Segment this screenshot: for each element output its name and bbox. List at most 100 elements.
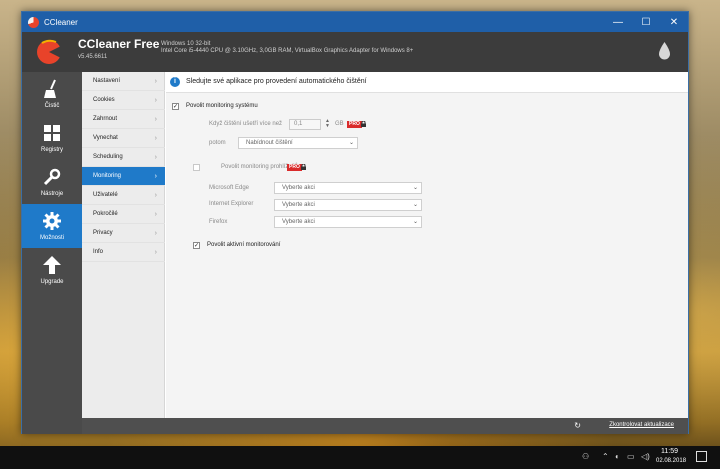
clock-date[interactable]: 02.08.2018 [656, 458, 686, 464]
info-icon: i [170, 77, 180, 87]
nav-label: Upgrade [40, 279, 64, 285]
nav-item-registry[interactable]: Registry [22, 116, 82, 160]
ie-action-dropdown[interactable]: Vyberte akci ⌄ [274, 199, 422, 211]
minimize-button[interactable]: — [604, 12, 632, 32]
product-version: v5.45.6611 [78, 54, 108, 60]
pro-badge: PRO [287, 164, 302, 171]
submenu-item-users[interactable]: Uživatelé › [82, 186, 165, 205]
submenu-label: Zahrnout [93, 116, 118, 122]
submenu-label: Uživatelé [93, 192, 118, 198]
network-icon[interactable]: ▭ [627, 452, 635, 461]
system-info-os: Windows 10 32-bit [161, 41, 211, 47]
edge-action-dropdown[interactable]: Vyberte akci ⌄ [274, 182, 422, 194]
nav-item-options[interactable]: Možnosti [22, 204, 82, 248]
nav-item-tools[interactable]: Nástroje [22, 160, 82, 204]
browser-name-firefox: Firefox [209, 219, 228, 225]
check-updates-link[interactable]: Zkontrolovat aktualizace [609, 422, 674, 428]
submenu-item-cookies[interactable]: Cookies › [82, 91, 165, 110]
firefox-action-dropdown[interactable]: Vyberte akci ⌄ [274, 216, 422, 228]
submenu-label: Info [93, 249, 104, 255]
dropdown-value: Nabídnout čištění [246, 140, 293, 146]
chevron-right-icon: › [154, 116, 157, 123]
submenu-item-privacy[interactable]: Privacy › [82, 224, 165, 243]
volume-icon[interactable]: ◁) [641, 452, 650, 461]
nav-label: Nástroje [40, 191, 64, 197]
pro-badge: PRO [347, 121, 362, 128]
app-header: CCleaner Free v5.45.6611 Windows 10 32-b… [22, 32, 688, 72]
threshold-label: Když čištění ušetří více než [209, 121, 283, 127]
submenu-label: Scheduling [93, 154, 123, 160]
submenu-item-advanced[interactable]: Pokročilé › [82, 205, 165, 224]
threshold-unit: GB [335, 121, 344, 127]
info-text: Sledujte své aplikace pro provedení auto… [186, 78, 367, 85]
submenu-item-settings[interactable]: Nastavení › [82, 72, 165, 91]
lock-icon [301, 164, 306, 170]
chevron-up-icon[interactable]: ⌃ [602, 452, 609, 461]
dropdown-value: Vyberte akci [282, 202, 315, 208]
active-monitoring-checkbox[interactable]: ✓ [193, 242, 200, 249]
nav-item-upgrade[interactable]: Upgrade [22, 248, 82, 292]
people-icon[interactable]: ⚇ [582, 452, 589, 461]
wrench-icon [43, 168, 61, 186]
window-title: CCleaner [44, 17, 78, 27]
left-navigation: Čistič Registry Nástroje Možnosti Upgrad… [22, 72, 82, 434]
browser-name-ie: Internet Explorer [209, 201, 254, 207]
system-monitoring-checkbox[interactable]: ✓ [172, 103, 179, 110]
nav-label: Možnosti [39, 235, 64, 241]
ccleaner-tray-icon[interactable]: ◐ [615, 452, 620, 461]
chevron-right-icon: › [154, 97, 157, 104]
chevron-right-icon: › [154, 192, 157, 199]
submenu-item-info[interactable]: Info › [82, 243, 165, 262]
product-name: CCleaner Free [78, 37, 160, 51]
system-info-hardware: Intel Core i5-4440 CPU @ 3.10GHz, 3,0GB … [161, 48, 414, 54]
chevron-right-icon: › [154, 135, 157, 142]
browser-name-edge: Microsoft Edge [209, 185, 250, 191]
system-monitoring-label: Povolit monitoring systému [186, 103, 258, 109]
ccleaner-logo-icon [37, 39, 63, 64]
options-submenu: Nastavení › Cookies › Zahrnout › Vynechat › … [82, 72, 165, 418]
chevron-down-icon: ⌄ [348, 140, 354, 146]
submenu-item-scheduling[interactable]: Scheduling › [82, 148, 165, 167]
close-button[interactable]: ✕ [660, 12, 688, 32]
info-bar: i Sledujte své aplikace pro provedení au… [166, 72, 688, 93]
lock-icon [361, 121, 366, 127]
chevron-down-icon: ⌄ [412, 219, 418, 225]
nav-label: Čistič [44, 103, 60, 109]
spin-up-down-icon[interactable]: ▲ ▼ [324, 119, 331, 130]
nav-item-cleaner[interactable]: Čistič [22, 72, 82, 116]
dropdown-value: Vyberte akci [282, 219, 315, 225]
dropdown-value: Vyberte akci [282, 185, 315, 191]
maximize-button[interactable]: ☐ [632, 12, 660, 32]
clock-time[interactable]: 11:59 [661, 448, 678, 455]
threshold-input[interactable]: 0,1 [289, 119, 321, 130]
refresh-icon: ↻ [574, 421, 581, 430]
browser-monitoring-checkbox[interactable] [193, 164, 200, 171]
chevron-right-icon: › [154, 173, 157, 180]
chevron-right-icon: › [154, 230, 157, 237]
droplet-icon [659, 42, 670, 60]
gear-icon [43, 212, 61, 230]
then-action-dropdown[interactable]: Nabídnout čištění ⌄ [238, 137, 358, 149]
nav-label: Registry [40, 147, 63, 153]
submenu-label: Vynechat [93, 135, 118, 141]
chevron-right-icon: › [154, 211, 157, 218]
submenu-label: Nastavení [93, 78, 121, 84]
ccleaner-app-icon [28, 16, 39, 28]
submenu-label: Monitoring [93, 173, 122, 179]
chevron-right-icon: › [154, 78, 157, 85]
windows-taskbar: ⚇ ⌃ ◐ ▭ ◁) 11:59 02.08.2018 [0, 446, 720, 469]
active-monitoring-label: Povolit aktivní monitorování [207, 242, 281, 248]
then-label: potom [209, 140, 226, 146]
monitoring-panel: i Sledujte své aplikace pro provedení au… [166, 72, 688, 418]
submenu-item-monitoring[interactable]: Monitoring › [82, 167, 165, 186]
notification-icon[interactable] [696, 451, 707, 462]
app-footer: ↻ Zkontrolovat aktualizace [82, 418, 688, 434]
submenu-item-include[interactable]: Zahrnout › [82, 110, 165, 129]
title-bar[interactable]: CCleaner — ☐ ✕ [22, 12, 688, 32]
chevron-down-icon: ⌄ [412, 202, 418, 208]
submenu-item-exclude[interactable]: Vynechat › [82, 129, 165, 148]
chevron-down-icon: ⌄ [412, 185, 418, 191]
submenu-label: Pokročilé [93, 211, 118, 217]
arrow-up-icon [43, 256, 61, 274]
chevron-right-icon: › [154, 154, 157, 161]
